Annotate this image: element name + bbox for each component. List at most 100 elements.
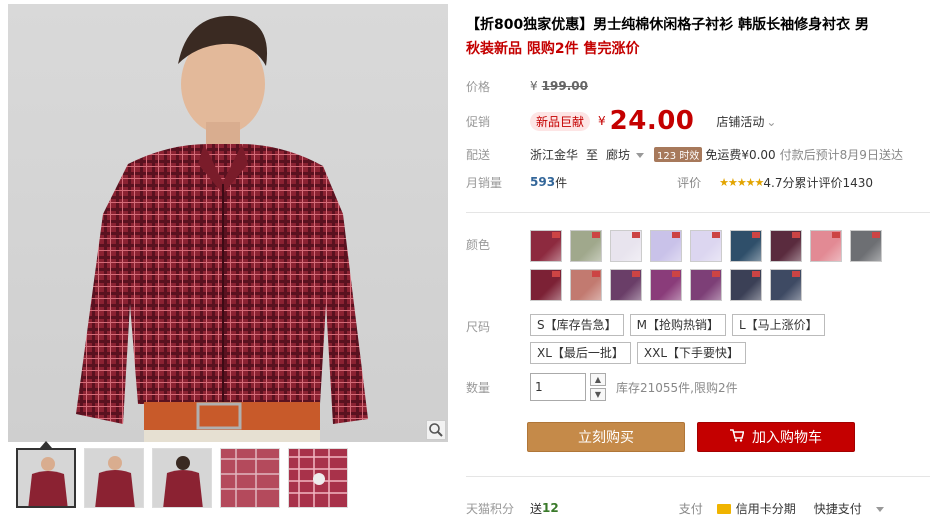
main-product-image[interactable] [8,4,448,442]
cart-icon [730,428,745,446]
payment-label: 支付 [678,501,703,516]
original-price-value: 199.00 [541,79,588,93]
monthly-sales-count: 593 [530,175,556,189]
color-label: 颜色 [466,237,491,252]
review-count-link[interactable]: 累计评价1430 [795,174,874,191]
monthly-sales-unit: 件 [555,175,568,190]
chevron-down-icon: ⌄ [766,114,777,129]
shipping-fee: 免运费¥0.00 [705,147,776,162]
color-swatch[interactable] [650,230,682,262]
delivery-estimate: 付款后预计8月9日送达 [779,147,903,162]
size-label: 尺码 [466,319,491,334]
tmall-points-label: 天猫积分 [466,501,515,516]
delivery-to-word: 至 [586,147,599,162]
promo-tag: 新品巨献 [530,111,591,131]
color-swatch[interactable] [650,269,682,301]
thumbnail-image [289,449,347,507]
delivery-destination: 廊坊 [606,147,631,162]
zoom-button[interactable] [426,420,446,440]
thumbnail-image [221,449,279,507]
size-options: S【库存告急】 M【抢购热销】 L【马上涨价】 XL【最后一批】 XXL【下手要… [530,314,930,364]
quantity-row: 数量 1 ▲ ▼ 库存21055件,限购2件 [466,372,738,402]
product-subtitle: 秋装新品 限购2件 售完涨价 [466,41,640,57]
price-label: 价格 [466,79,491,94]
add-to-cart-label: 加入购物车 [752,430,822,446]
quantity-input[interactable]: 1 [530,373,586,401]
thumbnail-strip [16,448,348,508]
color-swatch[interactable] [530,230,562,262]
quick-pay-label: 快捷支付 [813,501,862,516]
size-option-l[interactable]: L【马上涨价】 [731,314,825,336]
color-swatch[interactable] [730,230,762,262]
price-row: 价格 ¥199.00 [466,74,588,98]
promo-row: 促销 新品巨献 ¥ 24.00 店铺活动 ⌄ [466,106,776,136]
divider [466,476,930,477]
color-swatch[interactable] [770,269,802,301]
timeliness-badge: 123 时效 [654,146,703,162]
size-option-s[interactable]: S【库存告急】 [530,314,624,336]
color-swatch[interactable] [770,230,802,262]
delivery-row: 配送 浙江金华 至 廊坊 123 时效 免运费¥0.00 付款后预计8月9日送达 [466,142,903,166]
color-swatches [530,230,920,301]
stock-info: 库存21055件,限购2件 [616,380,738,395]
shop-activity-label: 店铺活动 [716,114,765,129]
caret-down-icon [875,506,884,512]
thumb-pointer [40,441,52,448]
shirt-model-image [76,15,368,442]
size-option-xl[interactable]: XL【最后一批】 [530,342,631,364]
thumbnail-5[interactable] [288,448,348,508]
size-option-m[interactable]: M【抢购热销】 [629,314,726,336]
promo-price: 24.00 [609,106,695,136]
quantity-stepper: ▲ ▼ [590,373,606,401]
sales-row: 月销量 593 件 评价 ★★★★★ 4.7分 累计评价1430 [466,170,873,194]
product-title: 【折800独家优惠】男士纯棉休闲格子衬衫 韩版长袖修身衬衣 男 [466,17,869,33]
thumbnail-image [153,449,211,507]
decrement-button[interactable]: ▼ [590,388,606,401]
delivery-from: 浙江金华 [530,147,579,162]
rating-stars: ★★★★★ [719,175,764,189]
promo-label: 促销 [466,114,491,129]
divider [466,212,930,213]
thumbnail-1[interactable] [16,448,76,508]
color-swatch[interactable] [570,269,602,301]
color-swatch[interactable] [610,269,642,301]
color-swatch[interactable] [690,269,722,301]
magnifier-icon [429,423,443,437]
thumbnail-4[interactable] [220,448,280,508]
color-swatch[interactable] [810,230,842,262]
buy-now-button[interactable]: 立刻购买 [527,422,685,452]
delivery-destination-select[interactable]: 廊坊 [606,146,645,163]
thumbnail-3[interactable] [152,448,212,508]
points-value: 12 [542,501,559,515]
thumbnail-2[interactable] [84,448,144,508]
currency-symbol: ¥ [598,114,606,128]
size-label-row: 尺码 [466,314,530,338]
color-swatch[interactable] [530,269,562,301]
quantity-label: 数量 [466,380,491,395]
quick-pay-dropdown[interactable]: 快捷支付 [814,500,884,517]
thumbnail-image [85,449,143,507]
increment-button[interactable]: ▲ [590,373,606,386]
color-swatch[interactable] [570,230,602,262]
credit-installment-label: 信用卡分期 [735,501,796,516]
delivery-label: 配送 [466,147,491,162]
color-swatch[interactable] [610,230,642,262]
points-prefix: 送 [530,501,543,516]
original-price: ¥199.00 [530,79,588,93]
color-swatch[interactable] [850,230,882,262]
footer-row: 天猫积分 送 12 支付 信用卡分期 快捷支付 [466,496,930,520]
color-swatch[interactable] [690,230,722,262]
color-label-row: 颜色 [466,232,530,256]
currency-symbol: ¥ [530,79,538,93]
size-option-xxl[interactable]: XXL【下手要快】 [636,342,747,364]
rating-score: 4.7分 [763,175,795,190]
add-to-cart-button[interactable]: 加入购物车 [697,422,855,452]
color-swatch[interactable] [730,269,762,301]
review-label: 评价 [677,175,702,190]
shop-activity-dropdown[interactable]: 店铺活动 ⌄ [716,113,776,130]
thumbnail-image [18,450,74,506]
buy-now-label: 立刻购买 [578,430,634,446]
credit-installment-link[interactable]: 信用卡分期 [716,500,796,517]
monthly-sales-label: 月销量 [466,175,503,190]
caret-down-icon [636,152,645,158]
